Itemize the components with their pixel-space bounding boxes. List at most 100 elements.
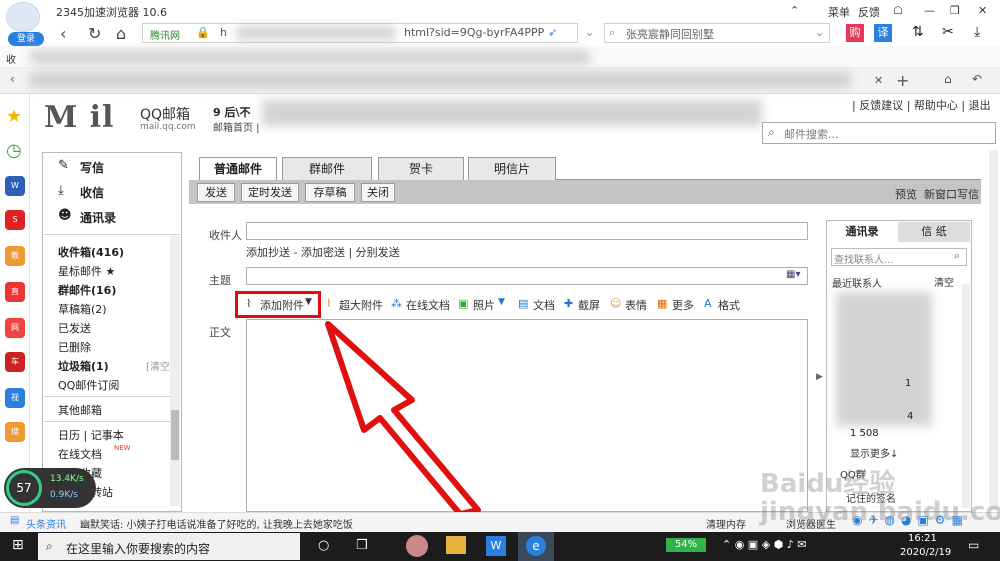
tab-scroll-left-icon[interactable]: ‹: [10, 72, 15, 86]
tray-icons[interactable]: ⌃ ◉ ▣ ◈ ⬢ ♪ ✉: [722, 538, 807, 551]
show-more-link[interactable]: 显示更多↓: [850, 445, 898, 460]
subject-format-icon[interactable]: ▦▾: [786, 269, 800, 280]
bookmark-label[interactable]: 收: [6, 51, 16, 66]
user-avatar[interactable]: [6, 2, 40, 32]
tab-stationery[interactable]: 信 纸: [898, 222, 970, 242]
nav-inbox[interactable]: 收信: [80, 184, 104, 201]
live-icon[interactable]: 直: [5, 282, 25, 302]
send-button[interactable]: 发送: [197, 183, 235, 202]
new-window-link[interactable]: 新窗口写信: [924, 186, 979, 202]
app-photo-icon[interactable]: [406, 535, 428, 557]
clean-memory-button[interactable]: 清理内存: [706, 516, 746, 531]
online-doc-button[interactable]: 在线文档: [406, 297, 450, 313]
rocket-icon[interactable]: ➶: [548, 26, 557, 39]
news-ticker[interactable]: 幽默笑话: 小姨子打电话说准备了好吃的, 让我晚上去她家吃饭: [80, 516, 353, 531]
top-links[interactable]: | 反馈建议 | 帮助中心 | 退出: [852, 97, 991, 113]
close-tab-icon[interactable]: ✕: [874, 74, 883, 87]
news-label[interactable]: 头条资讯: [26, 516, 66, 531]
video-icon[interactable]: 视: [5, 388, 25, 408]
recent-clear-link[interactable]: 清空: [934, 274, 954, 289]
notification-icon[interactable]: ▭: [968, 538, 979, 552]
nav-scrollbar[interactable]: [170, 236, 180, 506]
tab-postcard[interactable]: 明信片: [468, 157, 556, 180]
netease-icon[interactable]: 网: [5, 318, 25, 338]
dropdown-icon[interactable]: ⌄: [585, 26, 594, 39]
subject-input[interactable]: [246, 267, 808, 285]
task-view-icon[interactable]: ❒: [356, 538, 368, 553]
minimize-button[interactable]: —: [924, 4, 935, 17]
save-draft-button[interactable]: 存草稿: [305, 183, 355, 202]
folder-group[interactable]: 群邮件(16): [58, 282, 116, 298]
battery-indicator[interactable]: 54%: [666, 538, 706, 552]
document-button[interactable]: 文档: [533, 297, 555, 313]
word-taskbar-icon[interactable]: W: [486, 536, 506, 556]
search-dropdown-icon[interactable]: ⌄: [815, 26, 824, 39]
word-icon[interactable]: W: [5, 176, 25, 196]
file-explorer-icon[interactable]: [446, 536, 466, 554]
folder-starred[interactable]: 星标邮件 ★: [58, 263, 115, 279]
favorites-star-icon[interactable]: ★: [6, 106, 22, 127]
tab-group-mail[interactable]: 群邮件: [282, 157, 372, 180]
tab-greeting-card[interactable]: 贺卡: [378, 157, 464, 180]
tab-contacts-panel[interactable]: 通讯录: [828, 222, 896, 242]
url-text: html?sid=9Qg-byrFA4PPP: [404, 26, 545, 39]
folder-subscriptions[interactable]: QQ邮件订阅: [58, 377, 119, 393]
nav-compose[interactable]: 写信: [80, 159, 104, 176]
page-scrollbar[interactable]: [989, 150, 998, 510]
menu-button[interactable]: 菜单: [828, 4, 850, 20]
feedback-button[interactable]: 反馈: [858, 4, 880, 20]
emoji-button[interactable]: 表情: [625, 297, 647, 313]
restore-tab-icon[interactable]: ⌂: [944, 72, 952, 86]
cc-bcc-links[interactable]: 添加抄送 - 添加密送 | 分别发送: [246, 244, 400, 260]
new-tab-icon[interactable]: +: [896, 71, 909, 90]
mailbox-home-link[interactable]: 邮箱首页 |: [213, 119, 260, 134]
folder-sent[interactable]: 已发送: [58, 320, 91, 336]
login-button[interactable]: 登录: [8, 32, 44, 46]
close-window-button[interactable]: ✕: [978, 4, 987, 17]
nav-scrollbar-thumb[interactable]: [171, 410, 179, 460]
sohu-icon[interactable]: 搜: [5, 422, 25, 442]
screenshot-button[interactable]: 截屏: [578, 297, 600, 313]
pin-icon[interactable]: ⌃: [790, 4, 799, 17]
translate-button[interactable]: 译: [874, 24, 892, 42]
maximize-button[interactable]: ❐: [950, 4, 960, 17]
panel-toggle-icon[interactable]: ▶: [816, 372, 823, 382]
scissors-icon[interactable]: ✂: [942, 24, 954, 40]
history-clock-icon[interactable]: ◷: [6, 140, 22, 161]
folder-drafts[interactable]: 草稿箱(2): [58, 301, 107, 317]
format-button[interactable]: 格式: [718, 297, 740, 313]
shopping-badge[interactable]: 购: [846, 24, 864, 42]
undo-icon[interactable]: ↶: [972, 72, 982, 86]
home-icon[interactable]: ⌂: [116, 24, 126, 43]
nav-contacts[interactable]: 通讯录: [80, 209, 116, 226]
schedule-send-button[interactable]: 定时发送: [241, 183, 299, 202]
folder-inbox[interactable]: 收件箱(416): [58, 244, 124, 260]
attachment-highlight-box: [235, 291, 321, 318]
photo-dropdown-icon[interactable]: ▼: [498, 297, 505, 307]
car-news-icon[interactable]: 车: [5, 352, 25, 372]
download-icon[interactable]: ⤓: [974, 24, 980, 40]
clock-date[interactable]: 2020/2/19: [900, 547, 951, 558]
education-icon[interactable]: 教: [5, 246, 25, 266]
refresh-icon[interactable]: ↻: [88, 24, 101, 43]
nav-calendar-notes[interactable]: 日历 | 记事本: [58, 427, 124, 443]
windows-start-icon[interactable]: ⊞: [12, 537, 24, 553]
sort-icon[interactable]: ⇅: [912, 24, 924, 40]
qqmail-logo[interactable]: M il: [44, 100, 114, 135]
clock-time[interactable]: 16:21: [908, 533, 937, 544]
photo-button[interactable]: 照片: [473, 297, 495, 313]
tab-normal-mail[interactable]: 普通邮件: [199, 157, 277, 180]
preview-link[interactable]: 预览: [895, 186, 917, 202]
nav-other-mailbox[interactable]: 其他邮箱: [58, 402, 102, 418]
folder-spam[interactable]: 垃圾箱(1): [58, 358, 109, 374]
skin-icon[interactable]: ☖: [893, 4, 903, 17]
nav-online-docs[interactable]: 在线文档: [58, 446, 102, 462]
back-icon[interactable]: ‹: [60, 24, 66, 43]
more-button[interactable]: 更多: [672, 297, 694, 313]
sina-icon[interactable]: S: [5, 210, 25, 230]
large-attachment-button[interactable]: 超大附件: [339, 297, 383, 313]
folder-deleted[interactable]: 已删除: [58, 339, 91, 355]
to-input[interactable]: [246, 222, 808, 240]
close-button[interactable]: 关闭: [361, 183, 395, 202]
cortana-icon[interactable]: ○: [318, 538, 329, 553]
